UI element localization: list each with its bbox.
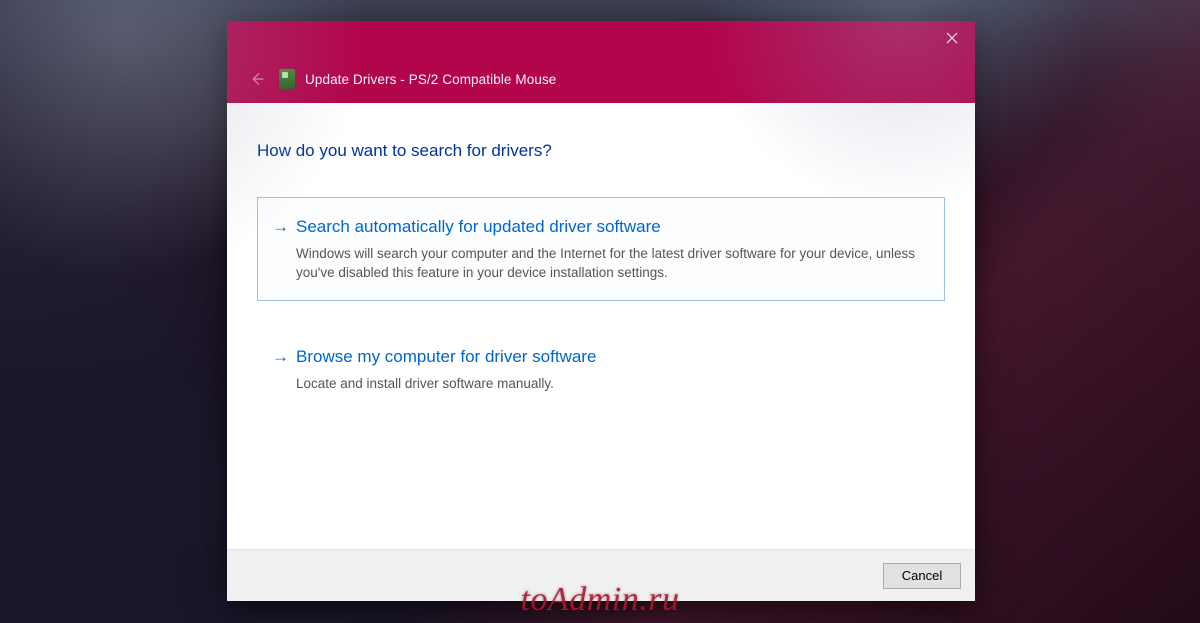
close-button[interactable]: [929, 21, 975, 55]
option-texts: Search automatically for updated driver …: [296, 216, 926, 282]
option-description: Locate and install driver software manua…: [296, 374, 926, 393]
option-title: Search automatically for updated driver …: [296, 216, 926, 238]
back-arrow-icon: [248, 70, 266, 88]
back-button: [243, 65, 271, 93]
arrow-right-icon: →: [272, 346, 296, 368]
device-icon: [279, 69, 295, 89]
dialog-title: Update Drivers - PS/2 Compatible Mouse: [305, 72, 556, 87]
update-drivers-dialog: Update Drivers - PS/2 Compatible Mouse H…: [227, 21, 975, 601]
heading-text: How do you want to search for drivers?: [257, 141, 945, 161]
option-texts: Browse my computer for driver software L…: [296, 346, 926, 393]
dialog-header: Update Drivers - PS/2 Compatible Mouse: [227, 55, 975, 103]
arrow-right-icon: →: [272, 216, 296, 238]
option-search-automatically[interactable]: → Search automatically for updated drive…: [257, 197, 945, 301]
option-description: Windows will search your computer and th…: [296, 244, 926, 282]
dialog-footer: Cancel: [227, 549, 975, 601]
cancel-button[interactable]: Cancel: [883, 563, 961, 589]
dialog-body: How do you want to search for drivers? →…: [227, 103, 975, 549]
titlebar: [227, 21, 975, 55]
desktop-background: Update Drivers - PS/2 Compatible Mouse H…: [0, 0, 1200, 623]
option-title: Browse my computer for driver software: [296, 346, 926, 368]
option-browse-computer[interactable]: → Browse my computer for driver software…: [257, 327, 945, 412]
close-icon: [946, 32, 958, 44]
